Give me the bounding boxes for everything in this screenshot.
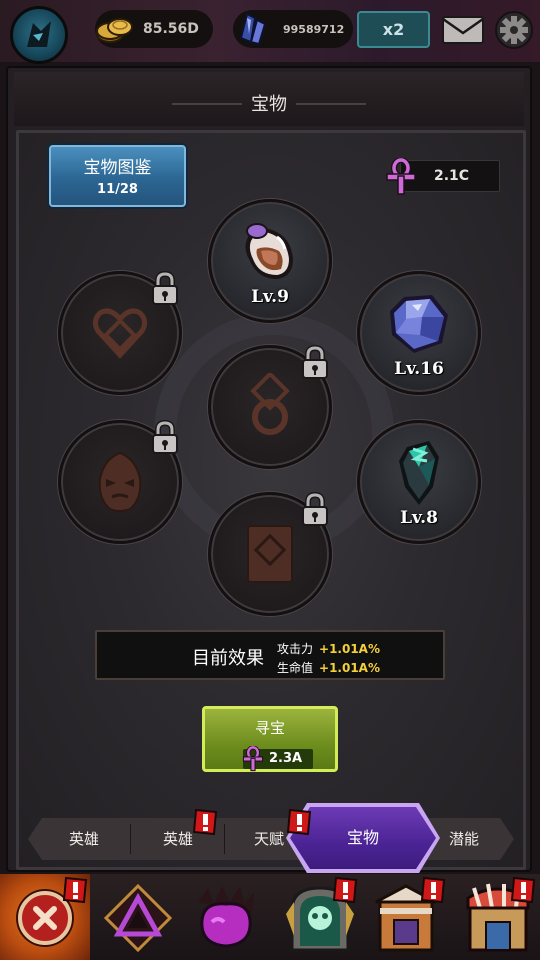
lock-icon [302,492,328,526]
skull-portal-button[interactable] [282,876,358,956]
tab-hero[interactable]: 英雄 [38,818,130,860]
slot-potion[interactable]: Lv.9 [208,199,332,323]
speed-multiplier-button[interactable]: x2 [357,11,430,48]
treasure-hunt-button[interactable]: 寻宝 2.3A [202,706,338,772]
hero-avatar-icon[interactable] [10,6,68,64]
slot-level: Lv.9 [251,287,289,307]
shop-button[interactable] [460,876,536,956]
alert-badge-icon [62,876,88,904]
panel-header: 宝物 [14,72,524,126]
lock-icon [302,345,328,379]
ankh-currency-counter: 2.1C [384,158,500,195]
dark-crystal-icon [399,440,439,505]
lock-icon [152,271,178,305]
treasure-codex-button[interactable]: 宝物图鉴 11/28 [49,145,186,207]
tab-bar: 英雄 英雄 天赋 潜能 宝物 [28,803,514,873]
top-resource-bar: 85.56D 99589712 x2 [0,0,540,64]
ankh-icon [386,158,416,195]
effect-value: +1.01A% [319,642,380,656]
effect-stat: 生命值 [277,661,314,675]
ring-icon [250,373,290,435]
current-effect-box: 目前效果 攻击力 +1.01A% 生命值 +1.01A% [95,630,445,680]
tab-divider [130,824,131,854]
book-icon [247,525,293,583]
effect-label: 目前效果 [192,648,264,669]
tower-button[interactable] [370,876,446,956]
codex-label: 宝物图鉴 [83,158,152,178]
slot-level: Lv.8 [400,508,438,528]
heart-emblem-icon [92,308,148,359]
gold-counter: 85.56D [95,10,213,48]
ankh-amount: 2.1C [434,168,470,184]
search-cost: 2.3A [242,746,313,772]
alert-badge-icon [286,808,312,836]
title-divider-right [296,103,366,105]
search-label: 寻宝 [254,719,285,737]
close-button[interactable] [0,874,90,960]
ankh-icon [242,746,264,772]
alert-badge-icon [192,808,218,836]
gear-icon[interactable] [494,10,534,50]
alert-badge-icon [332,876,358,904]
potion-egg-icon [245,222,293,279]
effect-value: +1.01A% [319,661,380,675]
gold-coins-icon [96,18,133,43]
triangle-emblem-icon[interactable] [100,880,176,956]
bottom-navigation [0,874,540,960]
gold-amount: 85.56D [143,21,199,37]
crystal-icon [239,12,267,46]
codex-count: 11/28 [97,182,138,197]
tab-divider [224,824,225,854]
paw-icon[interactable] [188,880,264,956]
effect-stat: 攻击力 [277,642,314,656]
crystal-amount: 99589712 [283,23,345,36]
mail-icon[interactable] [440,14,486,46]
crystal-counter: 99589712 [233,10,353,48]
slot-level: Lv.16 [394,359,444,379]
page-title: 宝物 [251,94,287,115]
demon-mask-icon [98,451,142,512]
slot-gem[interactable]: Lv.16 [357,271,481,395]
alert-badge-icon [420,876,446,904]
alert-badge-icon [510,876,536,904]
lock-icon [152,420,178,454]
blue-gem-icon [390,294,448,353]
search-cost-amount: 2.3A [269,751,303,766]
effect-row-attack: 攻击力 +1.01A% [277,640,380,657]
slot-crystal[interactable]: Lv.8 [357,420,481,544]
effect-row-hp: 生命值 +1.01A% [277,659,380,676]
